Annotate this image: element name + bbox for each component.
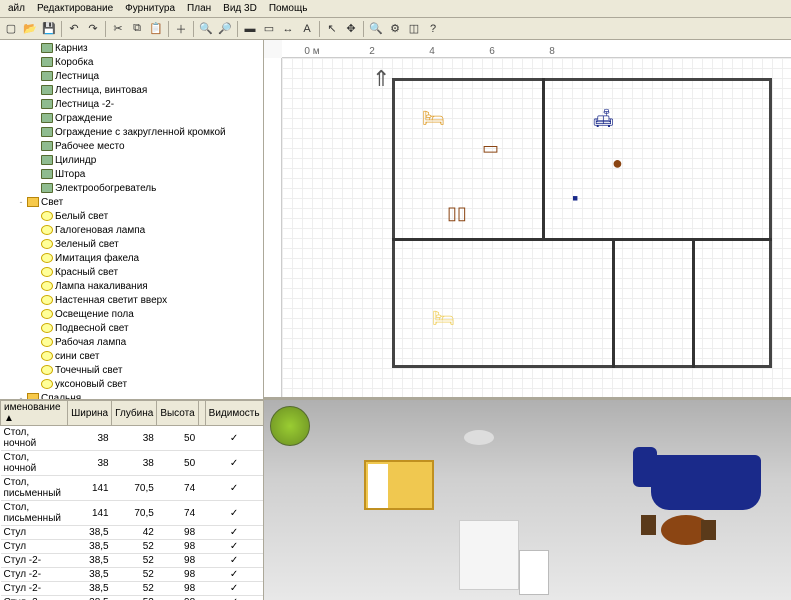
menu-file[interactable]: айл [2, 1, 31, 16]
plan-furniture-item[interactable]: 🛏 [432, 308, 455, 329]
tree-item[interactable]: Имитация факела [1, 251, 262, 265]
tree-item[interactable]: -Спальня [1, 391, 262, 400]
plan-canvas[interactable]: ⇑ 🛏 ▭ 🛋 ● ▯▯ 🛏 ▪ [282, 58, 791, 397]
add-button[interactable]: ＋ [172, 20, 190, 38]
furniture-table[interactable]: именование ▲ШиринаГлубинаВысота Видимость… [0, 400, 263, 600]
undo-button[interactable]: ↶ [65, 20, 83, 38]
table-row[interactable]: Стол, письменный14170,574✓ [1, 501, 264, 526]
table-row[interactable]: Стол, ночной383850✓ [1, 426, 264, 451]
tree-item[interactable]: Коробка [1, 55, 262, 69]
room-button[interactable]: ▭ [260, 20, 278, 38]
tree-item[interactable]: -Свет [1, 195, 262, 209]
save-button[interactable]: 💾 [40, 20, 58, 38]
table-row[interactable]: Стол, письменный14170,574✓ [1, 476, 264, 501]
tree-item[interactable]: Рабочее место [1, 139, 262, 153]
table-row[interactable]: Стул -2-38,55298✓ [1, 582, 264, 596]
col-header[interactable]: Глубина [112, 401, 157, 426]
toolbar: ▢📂💾↶↷✂⧉📋＋🔍🔎▬▭↔A↖✥🔍⚙◫? [0, 18, 791, 40]
menu-furniture[interactable]: Фурнитура [119, 1, 181, 16]
paste-button[interactable]: 📋 [147, 20, 165, 38]
ruler-vertical [264, 58, 282, 397]
wall-3d [459, 520, 519, 590]
table-row[interactable]: Стул -2-38,55298✓ [1, 568, 264, 582]
col-header[interactable]: Ширина [68, 401, 112, 426]
tree-item[interactable]: Лестница [1, 69, 262, 83]
menu-help[interactable]: Помощь [263, 1, 314, 16]
wall-interior[interactable] [542, 78, 545, 238]
plan-furniture-item[interactable]: ▯▯ [447, 203, 467, 224]
tree-item[interactable]: Цилиндр [1, 153, 262, 167]
help-button[interactable]: ? [424, 20, 442, 38]
tree-item[interactable]: сини свет [1, 349, 262, 363]
tree-item[interactable]: Освещение пола [1, 307, 262, 321]
appliance-3d[interactable] [519, 550, 549, 595]
ruler-horizontal: 0 м2468 [282, 40, 791, 58]
tree-item[interactable]: Лестница -2- [1, 97, 262, 111]
cut-button[interactable]: ✂ [109, 20, 127, 38]
sofa-3d[interactable] [651, 455, 761, 510]
plan-furniture-item[interactable]: 🛋 [592, 108, 615, 129]
table-row[interactable]: Стол, ночной383850✓ [1, 451, 264, 476]
dimension-button[interactable]: ↔ [279, 20, 297, 38]
tree-item[interactable]: уксоновый свет [1, 377, 262, 391]
table-row[interactable]: Стул -2-38,55298✓ [1, 596, 264, 600]
col-header[interactable]: Высота [157, 401, 198, 426]
tree-item[interactable]: Ограждение [1, 111, 262, 125]
text-button[interactable]: A [298, 20, 316, 38]
open-button[interactable]: 📂 [21, 20, 39, 38]
menu-plan[interactable]: План [181, 1, 217, 16]
table-row[interactable]: Стул -2-38,55298✓ [1, 554, 264, 568]
compass-icon: ⇑ [372, 66, 390, 92]
col-header[interactable]: именование ▲ [1, 401, 68, 426]
wall-button[interactable]: ▬ [241, 20, 259, 38]
tree-item[interactable]: Ограждение с закругленной кромкой [1, 125, 262, 139]
tree-item[interactable]: Штора [1, 167, 262, 181]
tree-item[interactable]: Точечный свет [1, 363, 262, 377]
wall-interior[interactable] [692, 238, 695, 368]
plan-furniture-item[interactable]: ● [612, 153, 623, 174]
col-header[interactable] [198, 401, 205, 426]
view-3d[interactable] [264, 400, 791, 600]
wall-interior[interactable] [392, 238, 772, 241]
bed-3d[interactable] [364, 460, 434, 510]
pan-button[interactable]: ✥ [342, 20, 360, 38]
tree-item[interactable]: Карниз [1, 41, 262, 55]
menu-view3d[interactable]: Вид 3D [217, 1, 263, 16]
zoom-in-button[interactable]: 🔍 [197, 20, 215, 38]
menubar: айл Редактирование Фурнитура План Вид 3D… [0, 0, 791, 18]
select-button[interactable]: ↖ [323, 20, 341, 38]
settings-button[interactable]: ⚙ [386, 20, 404, 38]
tree-item[interactable]: Белый свет [1, 209, 262, 223]
zoom-out-button[interactable]: 🔎 [216, 20, 234, 38]
table-row[interactable]: Стул38,55298✓ [1, 540, 264, 554]
tree-item[interactable]: Подвесной свет [1, 321, 262, 335]
col-header[interactable]: Видимость [205, 401, 263, 426]
tree-item[interactable]: Рабочая лампа [1, 335, 262, 349]
chair-3d[interactable] [641, 515, 656, 535]
tree-item[interactable]: Галогеновая лампа [1, 223, 262, 237]
copy-button[interactable]: ⧉ [128, 20, 146, 38]
new-button[interactable]: ▢ [2, 20, 20, 38]
chair-3d[interactable] [701, 520, 716, 540]
tree-item[interactable]: Зеленый свет [1, 237, 262, 251]
table-row[interactable]: Стул38,54298✓ [1, 526, 264, 540]
tree-item[interactable]: Лестница, винтовая [1, 83, 262, 97]
light-3d[interactable] [464, 430, 494, 445]
tree-item[interactable]: Электрообогреватель [1, 181, 262, 195]
tree-item[interactable]: Настенная светит вверх [1, 293, 262, 307]
redo-button[interactable]: ↷ [84, 20, 102, 38]
plan-furniture-item[interactable]: ▭ [482, 138, 499, 159]
furniture-tree[interactable]: КарнизКоробкаЛестницаЛестница, винтоваяЛ… [0, 40, 263, 400]
plan-furniture-item[interactable]: 🛏 [422, 108, 445, 129]
plan-2d-view[interactable]: 0 м2468 ⇑ 🛏 ▭ 🛋 ● ▯▯ 🛏 ▪ [264, 40, 791, 400]
search-button[interactable]: 🔍 [367, 20, 385, 38]
wall-interior[interactable] [612, 238, 615, 368]
menu-edit[interactable]: Редактирование [31, 1, 119, 16]
plan-furniture-item[interactable]: ▪ [572, 188, 578, 209]
nav-compass-3d[interactable] [270, 406, 310, 446]
3d-button[interactable]: ◫ [405, 20, 423, 38]
tree-item[interactable]: Красный свет [1, 265, 262, 279]
tree-item[interactable]: Лампа накаливания [1, 279, 262, 293]
